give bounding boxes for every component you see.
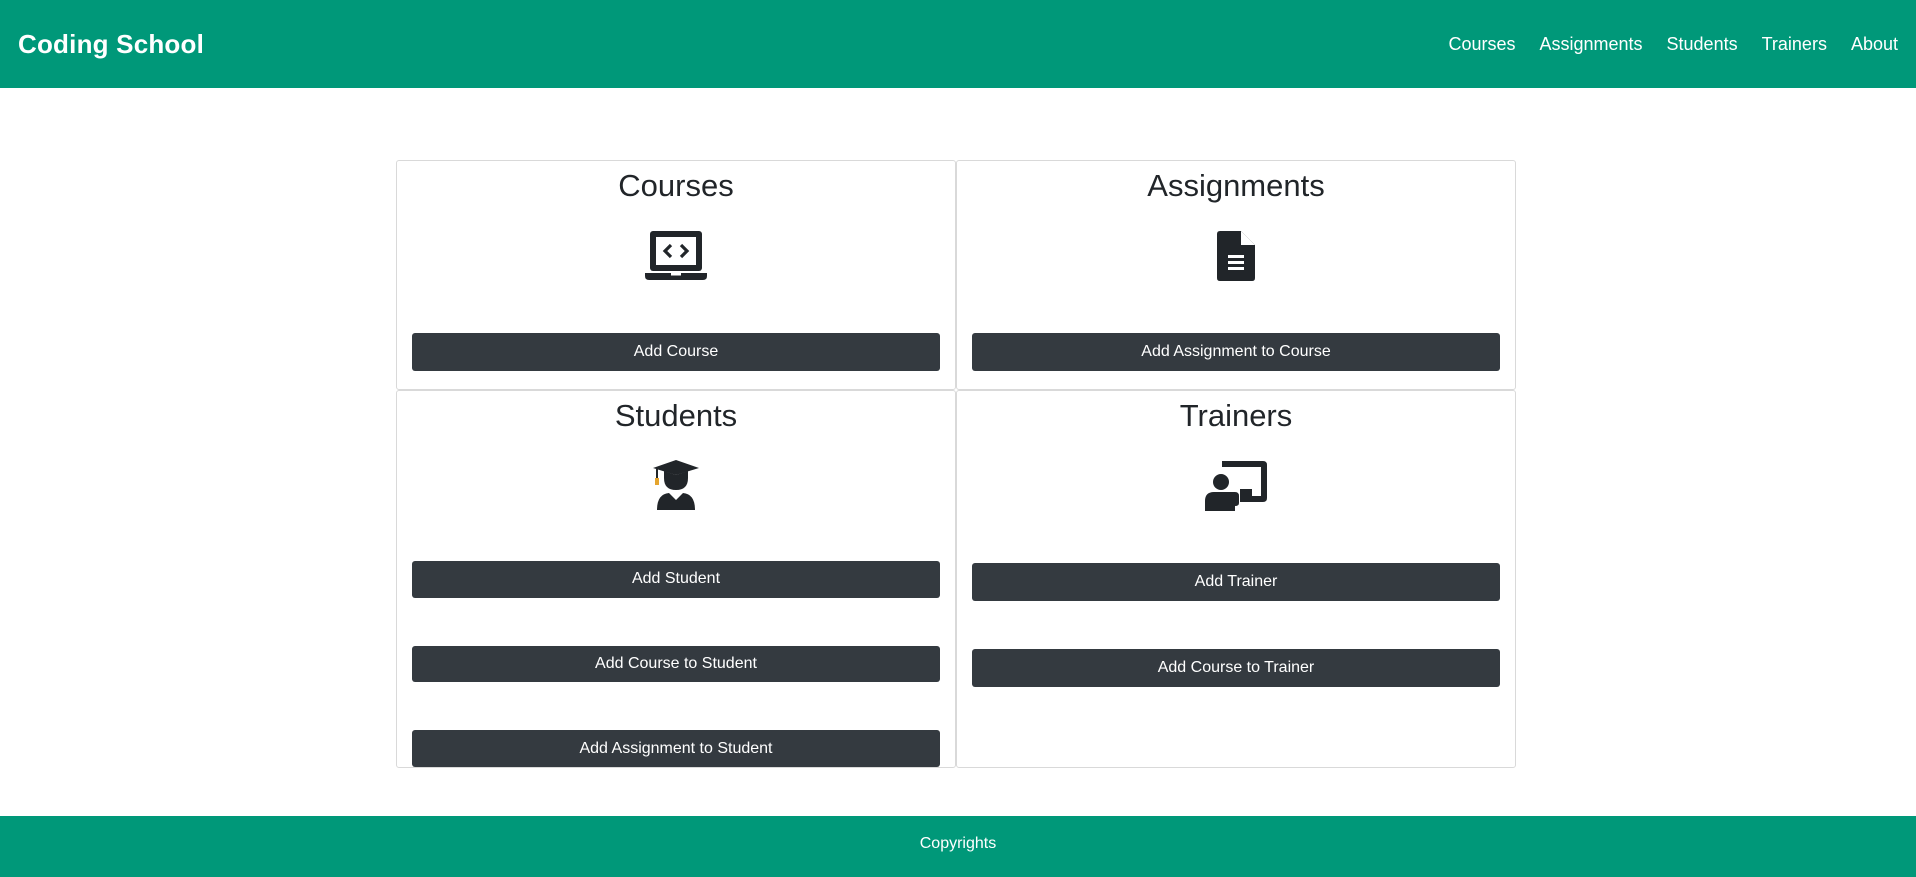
- students-card: Students Add Student Add Course to Stude…: [396, 390, 956, 768]
- footer-copyright: Copyrights: [919, 835, 997, 852]
- add-trainer-button[interactable]: Add Trainer: [972, 563, 1500, 601]
- top-navbar: Coding School Courses Assignments Studen…: [0, 0, 1916, 88]
- add-course-to-trainer-button[interactable]: Add Course to Trainer: [972, 649, 1500, 687]
- add-student-button[interactable]: Add Student: [412, 560, 940, 598]
- trainers-card: Trainers Add Trainer Add Course to Train…: [956, 390, 1516, 768]
- students-card-title: Students: [614, 398, 738, 433]
- assignments-card-title: Assignments: [1147, 168, 1325, 203]
- add-course-button[interactable]: Add Course: [412, 333, 940, 371]
- dashboard-grid: Courses Add Course Assignments Add Assig…: [396, 160, 1516, 768]
- add-assignment-to-student-button[interactable]: Add Assignment to Student: [412, 730, 940, 767]
- courses-card: Courses Add Course: [396, 160, 956, 390]
- nav-link-trainers[interactable]: Trainers: [1762, 34, 1827, 55]
- graduate-student-icon: [644, 457, 708, 513]
- nav-link-about[interactable]: About: [1851, 34, 1898, 55]
- trainers-card-title: Trainers: [1179, 398, 1293, 433]
- nav-link-courses[interactable]: Courses: [1448, 34, 1515, 55]
- page-footer: Copyrights: [0, 816, 1916, 877]
- brand-logo[interactable]: Coding School: [18, 29, 204, 60]
- chalkboard-teacher-icon: [1204, 457, 1268, 515]
- add-course-to-student-button[interactable]: Add Course to Student: [412, 645, 940, 683]
- assignments-card: Assignments Add Assignment to Course: [956, 160, 1516, 390]
- laptop-code-icon: [644, 227, 708, 285]
- nav-link-students[interactable]: Students: [1667, 34, 1738, 55]
- courses-card-title: Courses: [618, 168, 734, 203]
- nav-links: Courses Assignments Students Trainers Ab…: [1448, 34, 1898, 55]
- add-assignment-to-course-button[interactable]: Add Assignment to Course: [972, 333, 1500, 371]
- file-document-icon: [1204, 227, 1268, 285]
- nav-link-assignments[interactable]: Assignments: [1539, 34, 1642, 55]
